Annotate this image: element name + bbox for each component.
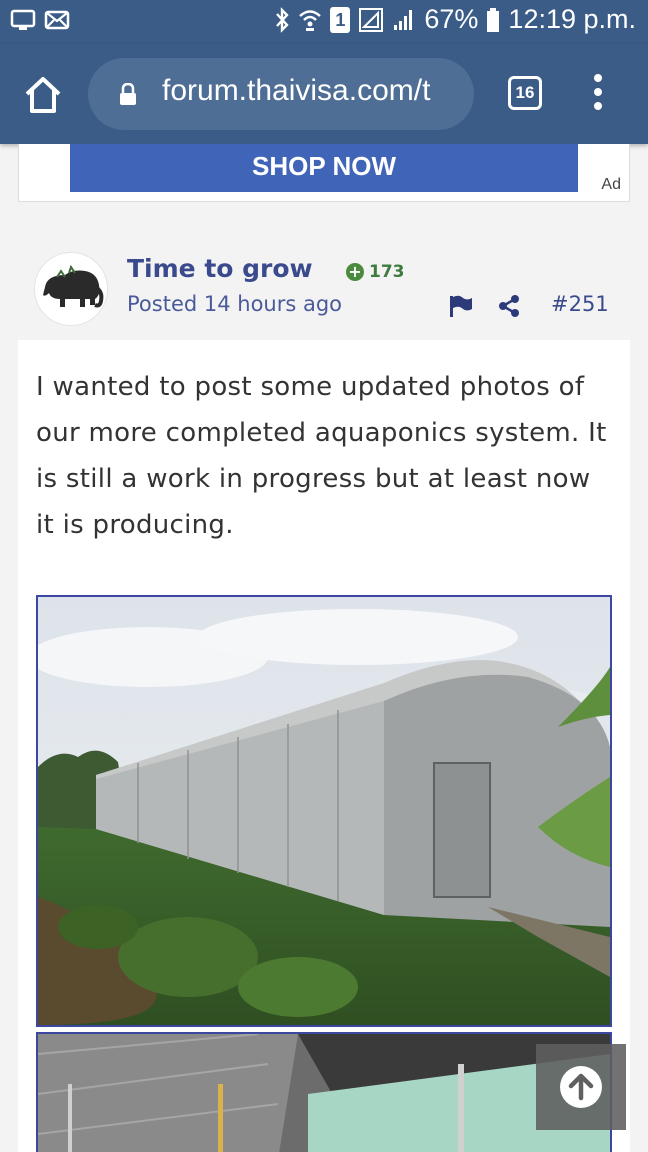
post-body-text: I wanted to post some updated photos of … [36,372,607,540]
status-right: 1 67% 12:19 p.m. [274,4,636,35]
elephant-avatar-icon [43,264,104,308]
post-photo-greenhouse[interactable] [36,595,612,1027]
status-left [10,9,70,31]
scroll-to-top-button[interactable] [536,1044,626,1130]
battery-percent: 67% [424,4,479,34]
ad-banner: SHOP NOW Ad [18,144,630,202]
tabs-button[interactable]: 16 [508,76,542,110]
battery-icon [487,7,500,32]
avatar[interactable] [34,252,108,326]
status-bar: 1 67% 12:19 p.m. [0,0,648,44]
home-icon[interactable] [22,74,64,116]
share-icon[interactable] [497,294,521,318]
report-flag-icon[interactable] [449,295,473,317]
more-icon[interactable] [588,74,608,114]
url-text: forum.thaivisa.com/t [162,74,431,107]
arrow-up-icon [560,1066,602,1108]
url-bar[interactable]: forum.thaivisa.com/t [88,58,474,130]
browser-toolbar: forum.thaivisa.com/t 16 [0,44,648,144]
mail-icon [44,10,70,30]
post-content: I wanted to post some updated photos of … [18,340,630,1152]
lock-icon [120,83,136,105]
reputation-badge: + 173 [346,262,405,282]
reputation-count: 173 [369,262,405,282]
post-number-link[interactable]: #251 [551,292,609,316]
post-timestamp[interactable]: Posted 14 hours ago [127,292,342,316]
no-signal-icon [359,7,384,32]
shop-now-button[interactable]: SHOP NOW [70,144,578,192]
ad-label: Ad [601,176,621,193]
wifi-icon [299,9,322,31]
reputation-plus-icon: + [346,263,364,281]
screen-icon [10,9,36,30]
author-name[interactable]: Time to grow [127,254,313,283]
sim-icon: 1 [330,6,351,33]
clock: 12:19 p.m. [508,4,636,34]
post-photo-interior[interactable] [36,1032,612,1152]
signal-icon [394,9,413,30]
bluetooth-icon [276,6,290,33]
